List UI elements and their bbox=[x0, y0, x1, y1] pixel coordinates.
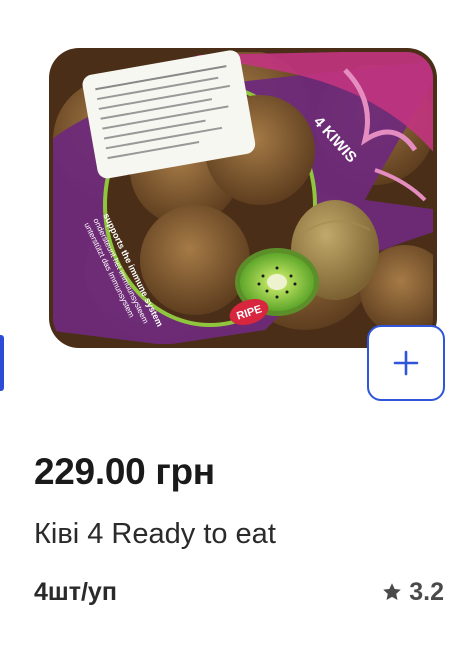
kiwi-fruit bbox=[140, 205, 250, 315]
product-title[interactable]: Ківі 4 Ready to eat bbox=[34, 514, 276, 554]
product-image[interactable]: 4 KIWIS supports the immune system onder… bbox=[45, 30, 440, 350]
rating-value: 3.2 bbox=[409, 578, 444, 606]
star-icon bbox=[383, 583, 402, 600]
product-card[interactable]: 4 KIWIS supports the immune system onder… bbox=[0, 0, 474, 670]
product-unit: 4шт/уп bbox=[34, 578, 117, 606]
product-price: 229.00 грн bbox=[34, 451, 215, 492]
add-to-cart-button[interactable] bbox=[367, 325, 445, 401]
plus-icon bbox=[393, 350, 419, 376]
package-kiwi-half bbox=[267, 274, 287, 290]
product-rating: 3.2 bbox=[381, 574, 444, 610]
adjacent-card-edge bbox=[0, 335, 4, 391]
